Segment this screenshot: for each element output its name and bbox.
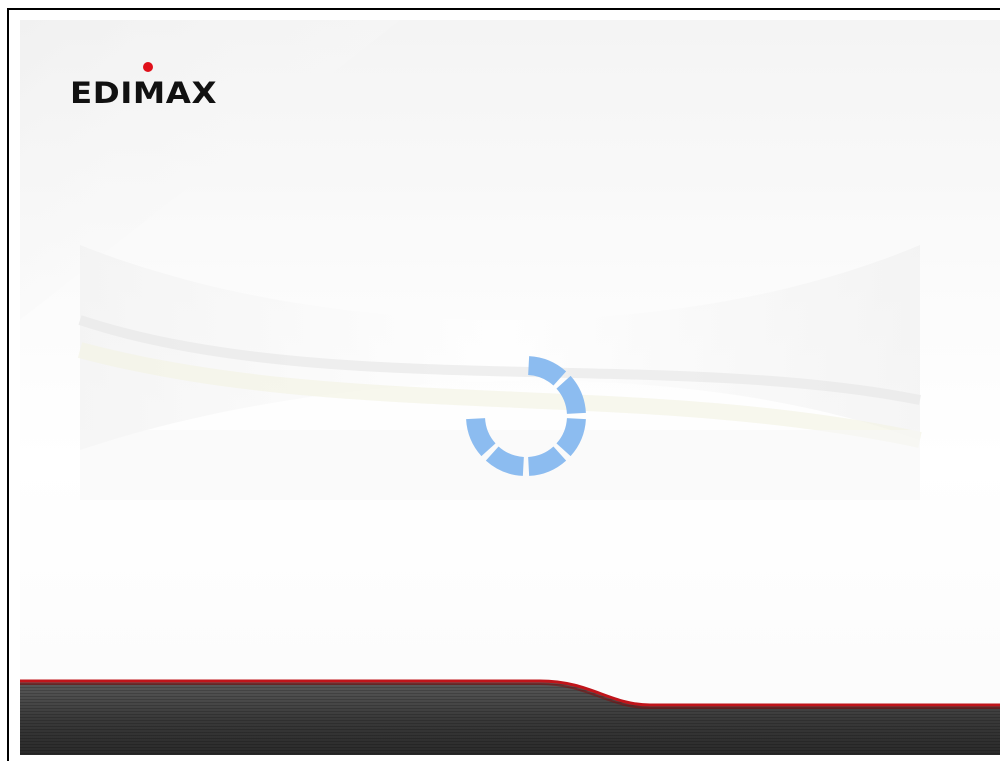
- spinner-segment: [556, 375, 586, 414]
- splash-screen: EDIMAX: [20, 20, 1000, 755]
- spinner-segment: [466, 418, 496, 457]
- footer-band: [20, 679, 1000, 755]
- page-frame: EDIMAX: [7, 8, 1000, 761]
- spinner-segment: [556, 418, 586, 457]
- spinner-segment: [485, 446, 524, 476]
- spinner-segment: [528, 356, 567, 386]
- edimax-logo: EDIMAX: [70, 58, 260, 110]
- logo-red-dot: [143, 62, 153, 72]
- spinner-segment: [528, 446, 567, 476]
- loading-spinner-icon: [466, 356, 586, 476]
- logo-text: EDIMAX: [70, 76, 218, 110]
